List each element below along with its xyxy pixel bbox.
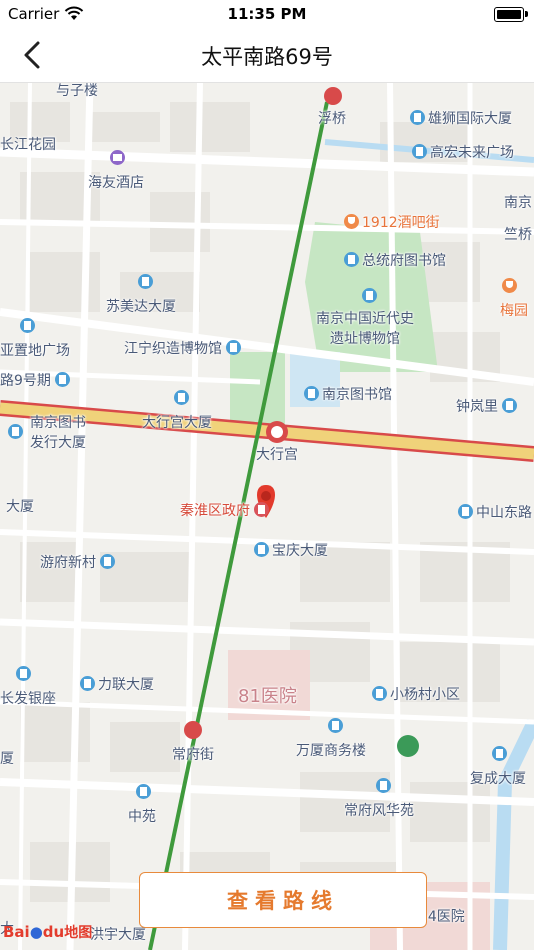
- map-poi-1912: 1912酒吧街: [344, 212, 440, 232]
- baidu-map-logo: Bai●du地图: [3, 923, 93, 941]
- map-label-haiyou: 海友酒店: [88, 175, 144, 191]
- map-poi-qinhuai: 秦淮区政府: [180, 500, 272, 520]
- map-poi-youfu: 游府新村: [40, 552, 118, 572]
- map-label-museum-1: 南京中国近代史: [316, 311, 414, 327]
- map-poi-haiyou: [110, 150, 128, 167]
- museum-icon: [362, 288, 377, 303]
- map-poi-changjiang: 长江花园: [0, 137, 56, 153]
- building-icon: [412, 144, 427, 159]
- map-poi-museum-icon: [362, 288, 380, 305]
- map-poi-zhongshan: 中山东路: [458, 502, 532, 522]
- map-poi-xiongshi: 雄狮国际大厦: [410, 108, 512, 128]
- building-icon: [372, 686, 387, 701]
- library-icon: [304, 386, 319, 401]
- map-label-changfu-station: 常府街: [172, 747, 214, 763]
- building-icon: [376, 778, 391, 793]
- map-poi-changfu-fenghua-icon: [376, 778, 394, 795]
- map-poi-xiaoyang: 小杨村小区: [372, 684, 460, 704]
- map-label-museum-2: 遗址博物馆: [330, 331, 400, 347]
- status-bar: Carrier 11:35 PM: [0, 0, 534, 28]
- government-icon: [254, 502, 269, 517]
- building-icon: [410, 110, 425, 125]
- map-label-sumeida: 苏美达大厦: [106, 299, 176, 315]
- map-label-hongyu: 洪宇大厦: [90, 927, 146, 943]
- building-icon: [328, 718, 343, 733]
- map-poi-lu9hao: 路9号期: [0, 370, 73, 390]
- map-poi-zongtongfu: 总统府图书馆: [344, 250, 446, 270]
- map-label-hospital81: 81医院: [238, 686, 297, 707]
- map-label-xia-left: 厦: [0, 751, 14, 767]
- building-icon: [8, 424, 23, 439]
- library-icon: [344, 252, 359, 267]
- clock: 11:35 PM: [227, 5, 307, 23]
- map-label-yuzilou: 与子楼: [56, 83, 98, 99]
- map-label-nanjing-edge: 南京: [504, 195, 532, 211]
- map-poi-changfa-icon: [16, 666, 34, 683]
- hotel-icon: [110, 150, 125, 165]
- paw-icon: ●: [29, 923, 43, 941]
- map-poi-wanxia-icon: [328, 718, 346, 735]
- nav-bar: 太平南路69号: [0, 28, 534, 83]
- map-label-changfu-fenghua: 常府风华苑: [344, 803, 414, 819]
- building-icon: [138, 274, 153, 289]
- view-route-button[interactable]: 查看路线: [139, 872, 427, 928]
- building-icon: [174, 390, 189, 405]
- museum-icon: [226, 340, 241, 355]
- map-label-meiyuan: 梅园: [500, 303, 528, 319]
- building-icon: [254, 542, 269, 557]
- building-icon: [100, 554, 115, 569]
- map-poi-daxinggong-icon: [174, 390, 192, 407]
- map-label-nanjingtushu-1: 南京图书: [30, 415, 86, 431]
- map-poi-gaohong: 高宏未来广场: [412, 142, 514, 162]
- building-icon: [458, 504, 473, 519]
- building-icon: [502, 398, 517, 413]
- map-label-zhuyuan: 竺桥: [504, 227, 532, 243]
- map-label-dasha-left: 大厦: [6, 499, 34, 515]
- map-poi-lilian: 力联大厦: [80, 674, 154, 694]
- map-poi-nanjingtushu-icon: [8, 424, 26, 441]
- map-label-nanjingtushu-2: 发行大厦: [30, 435, 86, 451]
- building-icon: [492, 746, 507, 761]
- building-icon: [80, 676, 95, 691]
- map-poi-baoqing: 宝庆大厦: [254, 540, 328, 560]
- map-label-fuqiao: 浮桥: [318, 111, 346, 127]
- map-poi-yazhidi-icon: [20, 318, 38, 335]
- scenic-icon: [502, 278, 517, 293]
- map-poi-library: 南京图书馆: [304, 384, 392, 404]
- building-icon: [54, 372, 70, 387]
- map-poi-jiangning: 江宁织造博物馆: [124, 338, 244, 358]
- building-icon: [136, 784, 151, 799]
- map-poi-fucheng-icon: [492, 746, 510, 763]
- map-view[interactable]: 与子楼 浮桥 雄狮国际大厦 长江花园 高宏未来广场 海友酒店 南京 1912酒吧…: [0, 82, 534, 950]
- building-icon: [20, 318, 35, 333]
- battery-icon: [494, 7, 528, 22]
- map-poi-zhongyuan-icon: [136, 784, 154, 801]
- map-poi-sumeida-icon: [138, 274, 156, 291]
- page-title: 太平南路69号: [201, 45, 333, 69]
- map-label-zhongyuan: 中苑: [128, 809, 156, 825]
- map-label-fucheng: 复成大厦: [470, 771, 526, 787]
- map-label-yazhidi: 亚置地广场: [0, 343, 70, 359]
- bar-icon: [344, 214, 359, 229]
- map-label-daxinggong-tower: 大行宫大厦: [142, 415, 212, 431]
- map-poi-meiyuan-icon: [502, 278, 520, 295]
- map-label-wanxia: 万厦商务楼: [296, 743, 366, 759]
- map-label-daxinggong-station: 大行宫: [256, 447, 298, 463]
- map-label-changfa: 长发银座: [0, 691, 56, 707]
- map-poi-zhonglanli: 钟岚里: [456, 396, 520, 416]
- building-icon: [16, 666, 31, 681]
